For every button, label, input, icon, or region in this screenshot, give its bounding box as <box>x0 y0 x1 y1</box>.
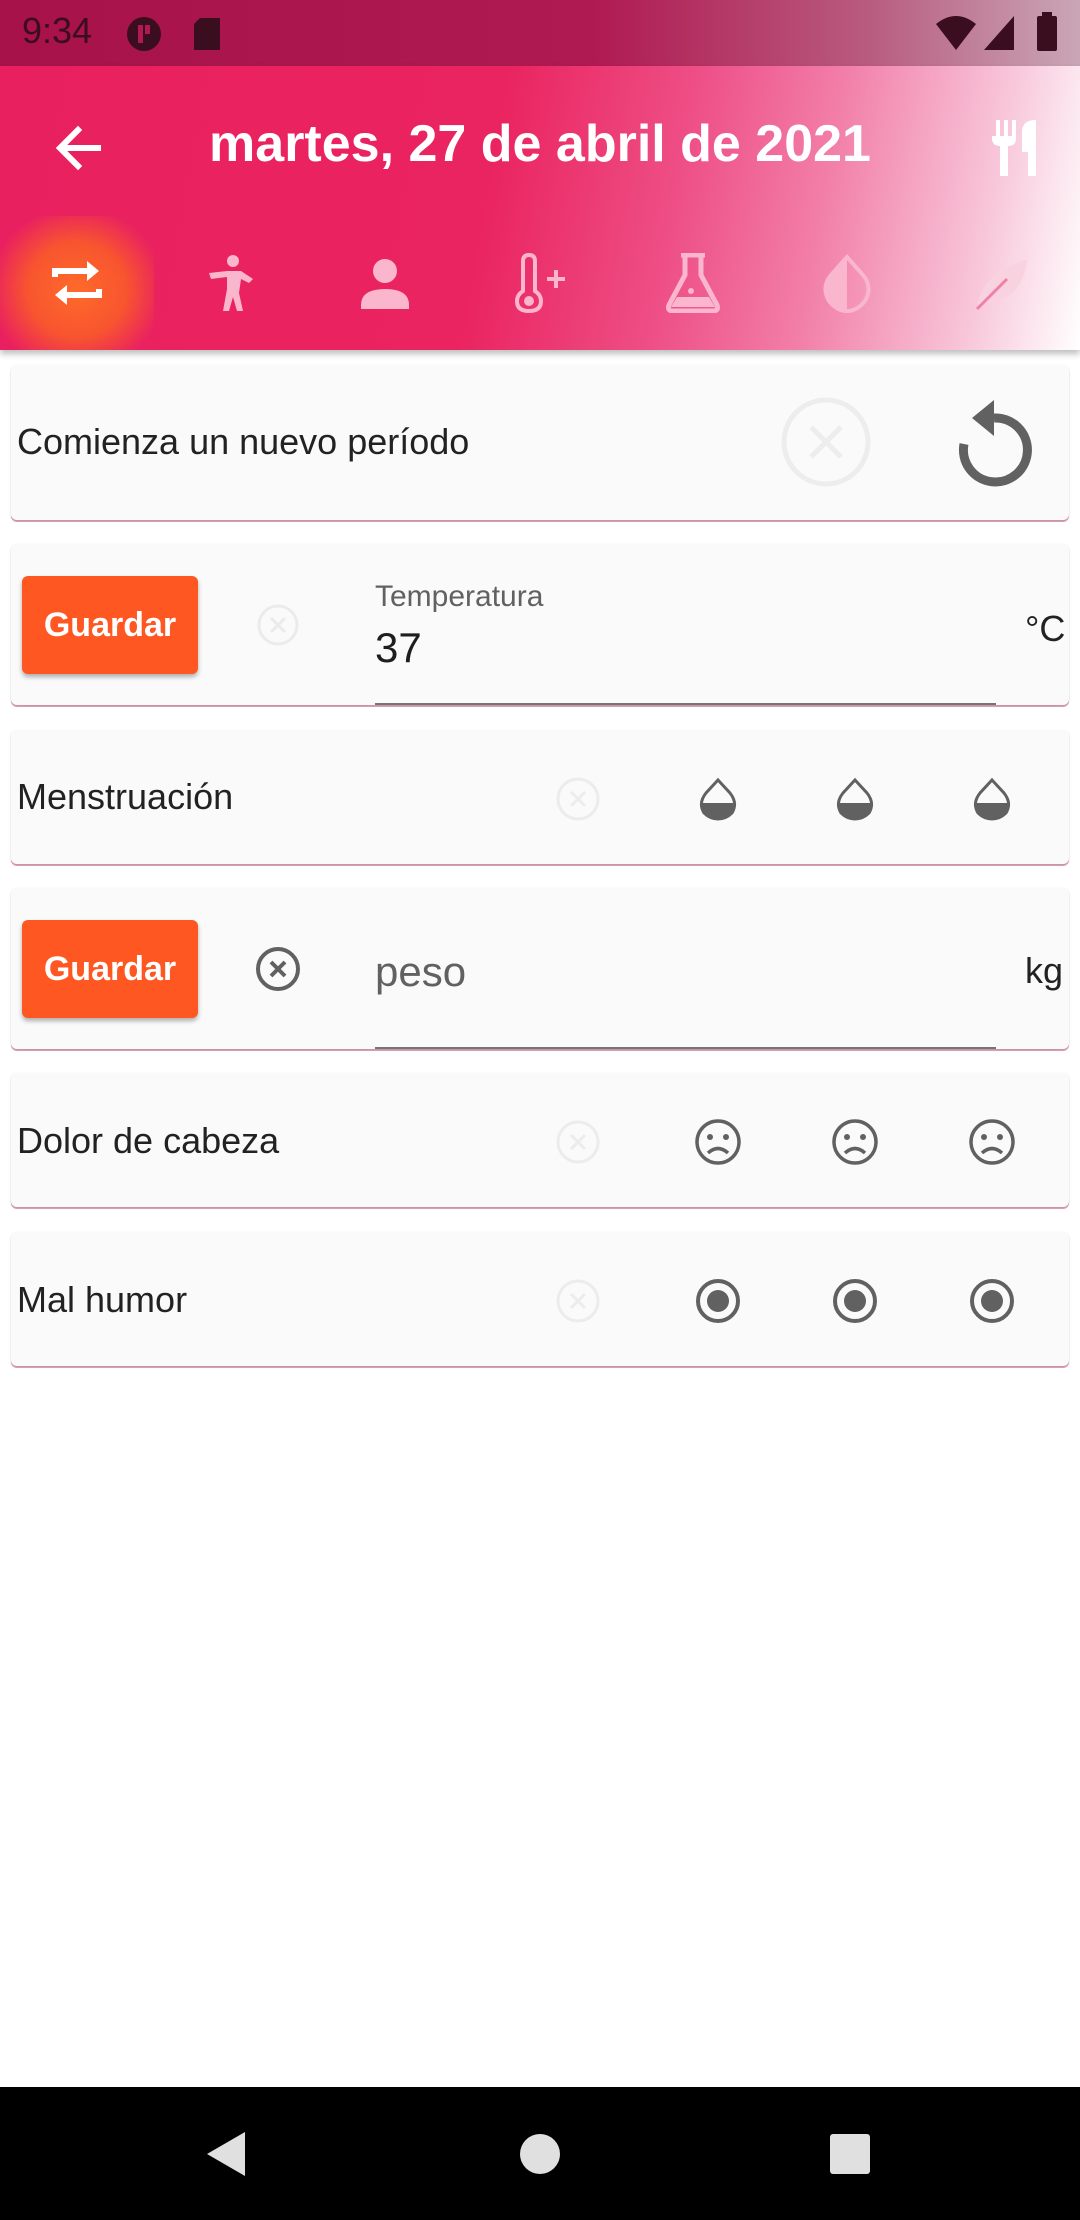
new-period-card: Comienza un nuevo período <box>11 365 1069 520</box>
status-time: 9:34 <box>22 10 93 51</box>
temperature-input[interactable]: 37 <box>375 624 422 672</box>
temperature-field-label: Temperatura <box>375 580 544 613</box>
headache-card: Dolor de cabeza <box>11 1073 1069 1207</box>
square-recents-icon <box>830 2134 870 2174</box>
app-notification-icon <box>127 17 161 51</box>
triangle-back-icon <box>207 2132 245 2176</box>
flask-icon <box>666 253 720 313</box>
sd-card-icon <box>194 18 220 50</box>
sad-face-icon <box>969 1119 1015 1165</box>
signal-icon <box>984 16 1014 50</box>
temperature-unit: °C <box>1025 608 1066 649</box>
clear-period-button[interactable] <box>781 397 871 487</box>
app-bar: martes, 27 de abril de 2021 <box>0 66 1080 350</box>
headache-label: Dolor de cabeza <box>17 1120 280 1161</box>
headache-severe-option[interactable] <box>965 1115 1019 1169</box>
clear-menstruation-button[interactable] <box>553 774 603 824</box>
weight-card: Guardar peso kg <box>11 888 1069 1049</box>
radio-checked-icon <box>696 1279 740 1323</box>
flow-medium-option[interactable] <box>828 772 882 826</box>
circle-home-icon <box>520 2134 560 2174</box>
radio-checked-icon <box>833 1279 877 1323</box>
tab-drop[interactable] <box>770 216 924 350</box>
weight-input-underline <box>375 1047 996 1049</box>
headache-moderate-option[interactable] <box>828 1115 882 1169</box>
system-nav-bar <box>0 2087 1080 2220</box>
bad-mood-moderate-option[interactable] <box>828 1274 882 1328</box>
temperature-input-underline <box>375 703 996 705</box>
bad-mood-mild-option[interactable] <box>691 1274 745 1328</box>
cancel-icon <box>781 397 871 487</box>
bad-mood-card: Mal humor <box>11 1232 1069 1366</box>
sad-face-icon <box>832 1119 878 1165</box>
clear-temperature-button[interactable] <box>255 602 301 648</box>
battery-icon <box>1037 12 1057 51</box>
back-button[interactable] <box>40 110 116 186</box>
bad-mood-severe-option[interactable] <box>965 1274 1019 1328</box>
weight-unit: kg <box>1025 950 1064 991</box>
cancel-icon <box>556 777 600 821</box>
tab-cycle[interactable] <box>0 216 154 350</box>
leaf-icon <box>975 259 1027 311</box>
wifi-icon <box>936 16 976 50</box>
nav-back-button[interactable] <box>190 2117 264 2191</box>
clear-headache-button[interactable] <box>553 1117 603 1167</box>
headache-mild-option[interactable] <box>691 1115 745 1169</box>
bad-mood-label: Mal humor <box>17 1279 188 1320</box>
restart-icon <box>958 400 1032 487</box>
person-icon <box>361 259 409 309</box>
menstruation-card: Menstruación <box>11 730 1069 864</box>
nav-recents-button[interactable] <box>813 2117 887 2191</box>
weight-input[interactable]: peso <box>375 948 466 996</box>
sad-face-icon <box>695 1119 741 1165</box>
drop-icon <box>823 253 871 313</box>
exercise-icon <box>209 255 253 311</box>
cycle-icon <box>52 261 102 305</box>
clear-bad-mood-button[interactable] <box>553 1276 603 1326</box>
cancel-icon <box>257 604 299 646</box>
save-weight-button[interactable]: Guardar <box>22 920 198 1018</box>
tab-person[interactable] <box>308 216 462 350</box>
drop-half-icon <box>699 777 737 821</box>
drop-half-icon <box>836 777 874 821</box>
page-title: martes, 27 de abril de 2021 <box>209 115 871 173</box>
meals-button[interactable] <box>978 110 1054 186</box>
cancel-icon <box>556 1279 600 1323</box>
drop-half-icon <box>973 777 1011 821</box>
tab-lab[interactable] <box>616 216 770 350</box>
tab-leaf[interactable] <box>924 216 1078 350</box>
tab-exercise[interactable] <box>154 216 308 350</box>
restart-period-button[interactable] <box>946 393 1046 493</box>
cancel-icon <box>256 947 300 991</box>
flow-heavy-option[interactable] <box>965 772 1019 826</box>
temperature-card: Guardar Temperatura 37 °C <box>11 544 1069 705</box>
clear-weight-button[interactable] <box>255 946 301 992</box>
arrow-back-icon <box>55 125 101 171</box>
radio-checked-icon <box>970 1279 1014 1323</box>
cancel-icon <box>556 1120 600 1164</box>
save-temperature-button[interactable]: Guardar <box>22 576 198 674</box>
tab-temperature[interactable] <box>462 216 616 350</box>
restaurant-icon <box>992 120 1036 176</box>
thermometer-plus-icon <box>514 253 565 313</box>
new-period-label: Comienza un nuevo período <box>17 421 470 462</box>
nav-home-button[interactable] <box>503 2117 577 2191</box>
menstruation-label: Menstruación <box>17 776 234 817</box>
status-bar: 9:34 <box>0 0 1080 66</box>
flow-light-option[interactable] <box>691 772 745 826</box>
